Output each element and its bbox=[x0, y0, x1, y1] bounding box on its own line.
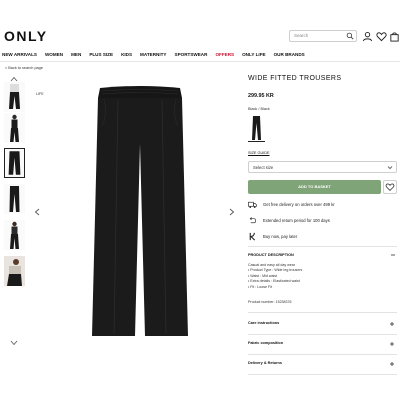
truck-icon bbox=[248, 201, 257, 209]
add-to-basket-button[interactable]: ADD TO BASKET bbox=[248, 180, 381, 194]
usp-text: Get free delivery on orders over 499 kr bbox=[263, 202, 335, 207]
swatch-image bbox=[252, 116, 261, 140]
thumbnail-1[interactable] bbox=[4, 82, 25, 112]
plus-icon bbox=[390, 322, 394, 326]
thumbnail-image bbox=[8, 151, 21, 175]
thumbnail-image bbox=[10, 221, 19, 249]
accordion-fabric-composition[interactable]: Fabric composition bbox=[248, 339, 397, 349]
nav-item-men[interactable]: MEN bbox=[71, 52, 81, 60]
search-icon[interactable] bbox=[346, 32, 354, 40]
product-title: WIDE FITTED TROUSERS bbox=[248, 75, 342, 82]
usp-text: Extended return period for 100 days bbox=[263, 218, 330, 223]
description-line: • Extra details : Elasticated waist bbox=[248, 279, 300, 284]
usp-text: Buy now, pay later bbox=[263, 234, 298, 239]
usp-return-period: Extended return period for 100 days bbox=[248, 216, 330, 225]
thumbnail-3-active[interactable] bbox=[4, 148, 25, 178]
user-icon[interactable] bbox=[362, 31, 373, 42]
search-placeholder: Search bbox=[294, 33, 309, 38]
thumbnail-2[interactable] bbox=[4, 113, 25, 143]
accordion-care-instructions[interactable]: Care instructions bbox=[248, 319, 397, 329]
return-icon bbox=[249, 217, 257, 224]
nav-item-our-brands[interactable]: OUR BRANDS bbox=[274, 52, 305, 60]
nav-item-women[interactable]: WOMEN bbox=[45, 52, 63, 60]
klarna-icon bbox=[249, 232, 256, 241]
bag-icon[interactable] bbox=[389, 31, 400, 42]
divider bbox=[248, 374, 397, 375]
usp-pay-later: Buy now, pay later bbox=[248, 232, 297, 241]
nav-item-offers[interactable]: OFFERS bbox=[215, 52, 234, 60]
product-number: Product number: 15238376 bbox=[248, 300, 292, 304]
heart-icon bbox=[385, 183, 395, 191]
nav-item-plus-size[interactable]: PLUS SIZE bbox=[89, 52, 113, 60]
nav-item-maternity[interactable]: MATERNITY bbox=[140, 52, 166, 60]
wishlist-button[interactable] bbox=[383, 180, 397, 194]
main-nav: NEW ARRIVALS WOMEN MEN PLUS SIZE KIDS MA… bbox=[2, 52, 305, 60]
nav-item-only-life[interactable]: ONLY LIFE bbox=[242, 52, 265, 60]
accordion-label: Fabric composition bbox=[248, 341, 284, 345]
thumbnail-image bbox=[9, 186, 20, 212]
site-header: ONLY Search NEW ARRIVALS WOMEN MEN PLUS … bbox=[0, 0, 400, 62]
heart-icon[interactable] bbox=[376, 31, 387, 42]
product-description-body: Casual and easy all day wear • Product T… bbox=[248, 263, 302, 290]
minus-icon[interactable] bbox=[390, 252, 396, 258]
thumbnail-4[interactable] bbox=[4, 184, 25, 214]
divider bbox=[248, 354, 397, 355]
divider bbox=[248, 246, 397, 247]
thumbnail-6[interactable] bbox=[4, 256, 25, 286]
color-label: Black / Black bbox=[248, 107, 270, 111]
usp-free-delivery: Get free delivery on orders over 499 kr bbox=[248, 200, 335, 209]
thumbnail-image bbox=[9, 84, 20, 109]
accordion-label: Delivery & Returns bbox=[248, 361, 282, 365]
search-input[interactable]: Search bbox=[289, 30, 357, 42]
thumbnail-image bbox=[10, 114, 19, 142]
plus-icon bbox=[390, 342, 394, 346]
accordion-delivery-returns[interactable]: Delivery & Returns bbox=[248, 359, 397, 369]
prev-image-arrow-icon[interactable] bbox=[34, 208, 40, 216]
size-select-value: Select size bbox=[253, 165, 274, 170]
back-to-search-link[interactable]: < Back to search page bbox=[5, 66, 43, 70]
size-select[interactable]: Select size bbox=[248, 161, 397, 173]
brand-logo[interactable]: ONLY bbox=[4, 28, 48, 44]
description-line: • Fit : Loose Fit bbox=[248, 284, 273, 289]
size-guide-link[interactable]: SIZE GUIDE bbox=[248, 151, 270, 155]
nav-item-new-arrivals[interactable]: NEW ARRIVALS bbox=[2, 52, 37, 60]
thumbnail-image bbox=[4, 256, 25, 286]
product-description-title[interactable]: PRODUCT DESCRIPTION bbox=[248, 253, 294, 257]
thumbnail-5[interactable] bbox=[4, 220, 25, 250]
life-tag: LIFE bbox=[36, 92, 44, 96]
plus-icon bbox=[390, 362, 394, 366]
thumbs-down-arrow-icon[interactable] bbox=[10, 340, 18, 346]
product-price: 299.95 KR bbox=[248, 93, 274, 99]
add-to-basket-label: ADD TO BASKET bbox=[298, 184, 331, 189]
divider bbox=[248, 312, 397, 313]
nav-item-sportswear[interactable]: SPORTSWEAR bbox=[175, 52, 208, 60]
color-swatch-black[interactable] bbox=[248, 114, 265, 142]
next-image-arrow-icon[interactable] bbox=[229, 208, 235, 216]
divider bbox=[248, 334, 397, 335]
product-main-image bbox=[92, 86, 188, 336]
accordion-label: Care instructions bbox=[248, 321, 280, 325]
chevron-down-icon bbox=[387, 166, 393, 170]
nav-item-kids[interactable]: KIDS bbox=[121, 52, 132, 60]
